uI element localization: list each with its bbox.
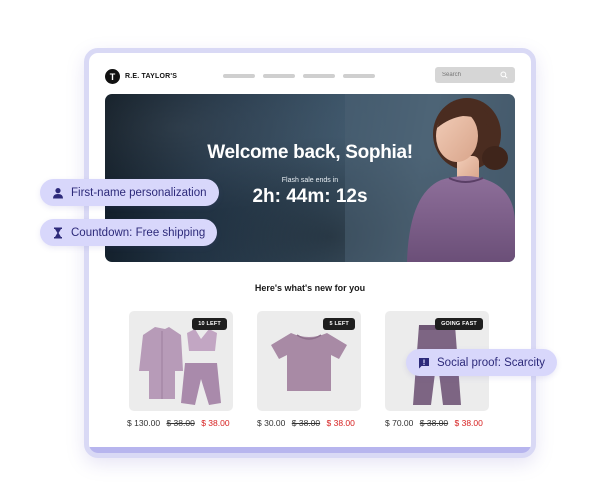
alert-message-icon bbox=[419, 357, 429, 368]
price: $ 70.00 bbox=[385, 418, 414, 428]
sale-price: $ 38.00 bbox=[326, 418, 355, 428]
annotation-label: First-name personalization bbox=[71, 186, 207, 199]
annotation-label: Social proof: Scarcity bbox=[437, 356, 546, 369]
search-icon[interactable] bbox=[500, 71, 508, 79]
original-price: $ 38.00 bbox=[291, 418, 321, 428]
store-logo[interactable]: T R.E. TAYLOR'S bbox=[105, 69, 177, 84]
search-bar[interactable] bbox=[435, 67, 515, 83]
hero-title: Welcome back, Sophia! bbox=[207, 142, 413, 163]
countdown-timer: 2h: 44m: 12s bbox=[252, 186, 368, 207]
person-icon bbox=[53, 187, 63, 198]
browser-frame: T R.E. TAYLOR'S Search Welcome back, Sop… bbox=[84, 48, 536, 458]
product-card-2[interactable]: 5 LEFT bbox=[257, 311, 361, 411]
price: $ 30.00 bbox=[257, 418, 286, 428]
annotation-countdown: Countdown: Free shipping bbox=[40, 219, 218, 246]
price: $ 130.00 bbox=[127, 418, 161, 428]
hourglass-icon bbox=[54, 227, 62, 238]
annotation-label: Countdown: Free shipping bbox=[71, 226, 206, 239]
stock-badge-1: 10 LEFT bbox=[192, 318, 227, 330]
logo-mark: T bbox=[105, 69, 120, 84]
product-card-1[interactable]: 10 LEFT bbox=[129, 311, 233, 411]
nav-item-2[interactable] bbox=[263, 74, 295, 78]
search-input[interactable] bbox=[442, 72, 498, 78]
original-price: $ 38.00 bbox=[166, 418, 195, 428]
price-row-1: $ 130.00 $ 38.00 $ 38.00 bbox=[127, 418, 257, 428]
stock-badge-2: 5 LEFT bbox=[323, 318, 355, 330]
nav-menu bbox=[223, 74, 375, 78]
stock-badge-3: GOING FAST bbox=[435, 318, 483, 330]
hero-subtitle: Flash sale ends in bbox=[281, 177, 339, 184]
annotation-social-proof: Social proof: Scarcity bbox=[406, 349, 558, 376]
sale-price: $ 38.00 bbox=[454, 418, 483, 428]
sale-price: $ 38.00 bbox=[201, 418, 230, 428]
nav-item-1[interactable] bbox=[223, 74, 255, 78]
price-row-2: $ 30.00 $ 38.00 $ 38.00 bbox=[257, 418, 387, 428]
annotation-first-name: First-name personalization bbox=[40, 179, 219, 206]
section-title: Here's what's new for you bbox=[254, 283, 366, 293]
logo-text: R.E. TAYLOR'S bbox=[125, 73, 178, 80]
frame-inner: T R.E. TAYLOR'S Search Welcome back, Sop… bbox=[89, 53, 531, 453]
nav-item-3[interactable] bbox=[303, 74, 335, 78]
original-price: $ 38.00 bbox=[419, 418, 449, 428]
nav-item-4[interactable] bbox=[343, 74, 375, 78]
price-row-3: $ 70.00 $ 38.00 $ 38.00 bbox=[385, 418, 515, 428]
